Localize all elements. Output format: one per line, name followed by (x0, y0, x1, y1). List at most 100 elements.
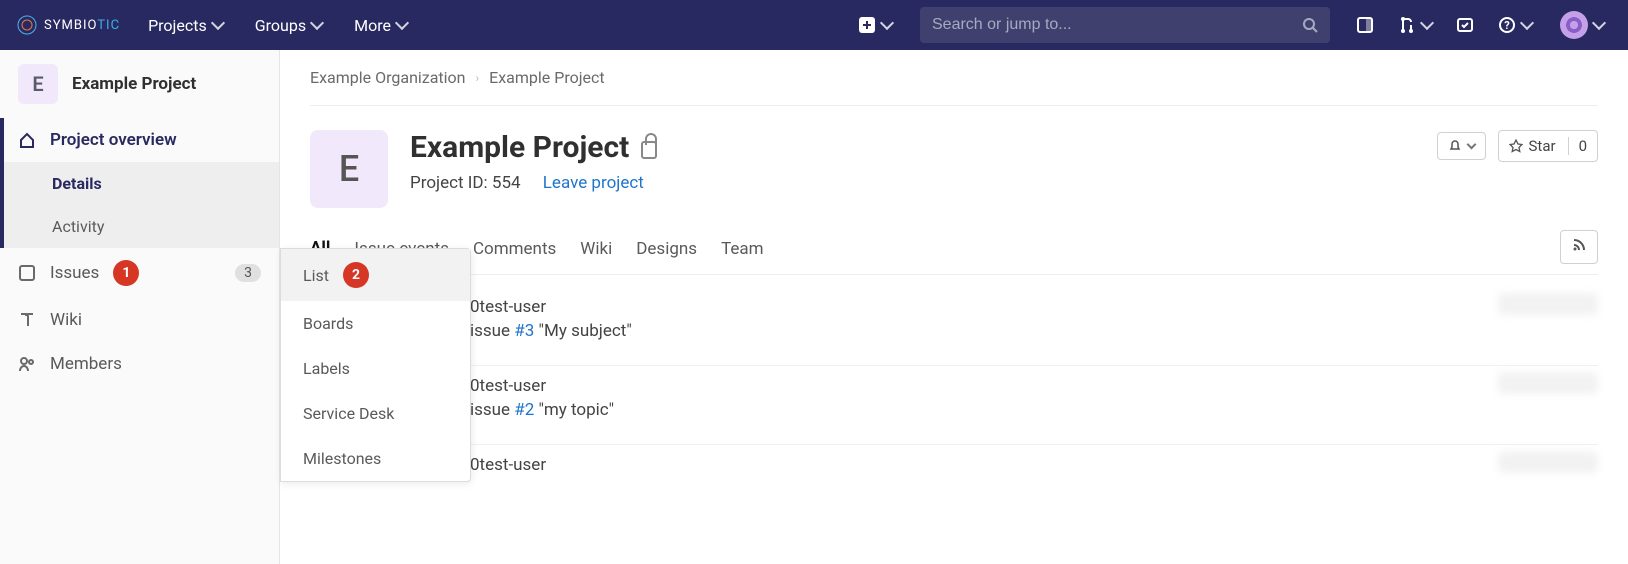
leave-project-link[interactable]: Leave project (543, 173, 644, 193)
timestamp-blur (1498, 293, 1598, 315)
search-icon (1302, 17, 1318, 33)
sidebar-item-issues[interactable]: Issues 1 3 List 2 Boards Labels Service … (0, 248, 279, 298)
flyout-item-milestones[interactable]: Milestones (281, 436, 470, 481)
search-input[interactable] (932, 16, 1302, 34)
page-title: Example Project (410, 130, 657, 165)
timestamp-blur (1498, 372, 1598, 394)
annotation-marker-1: 1 (113, 260, 139, 286)
sidebar-details-label: Details (52, 174, 102, 193)
activity-tabs: All Issue events Comments Wiki Designs T… (310, 226, 1598, 275)
activity-item: 0test-user issue #3 "My subject" (310, 287, 1598, 366)
activity-item: 0test-user issue #2 "my topic" (310, 366, 1598, 445)
sidebar-item-activity[interactable]: Activity (4, 205, 279, 248)
flyout-labels-label: Labels (303, 359, 350, 378)
project-id: Project ID: 554 (410, 173, 521, 193)
sidebar: E Example Project Project overview Detai… (0, 50, 280, 564)
sidebar-item-wiki[interactable]: Wiki (0, 298, 279, 342)
logo[interactable]: SYMBIOTIC (16, 14, 120, 36)
tab-team[interactable]: Team (721, 227, 764, 273)
book-icon (18, 311, 36, 329)
brand-text: SYMBIOTIC (44, 18, 120, 33)
home-icon (18, 131, 36, 149)
activity-ref[interactable]: #3 (514, 321, 534, 341)
tab-wiki[interactable]: Wiki (580, 227, 612, 273)
breadcrumb-project[interactable]: Example Project (489, 68, 605, 87)
nav-groups-label: Groups (255, 16, 306, 35)
flyout-item-labels[interactable]: Labels (281, 346, 470, 391)
star-icon (1509, 139, 1523, 153)
sidebar-item-details[interactable]: Details (4, 162, 279, 205)
sidebar-overview-submenu: Details Activity (0, 162, 279, 248)
project-letter-icon: E (18, 64, 58, 104)
nav-projects[interactable]: Projects (136, 8, 235, 43)
breadcrumb: Example Organization › Example Project (310, 68, 1598, 106)
flyout-milestones-label: Milestones (303, 449, 381, 468)
chevron-down-icon (1592, 16, 1606, 30)
topbar: SYMBIOTIC Projects Groups More ? (0, 0, 1628, 50)
tab-comments[interactable]: Comments (473, 227, 556, 273)
flyout-list-label: List (303, 266, 329, 285)
sidebar-item-members[interactable]: Members (0, 342, 279, 386)
tab-designs[interactable]: Designs (636, 227, 697, 273)
activity-item: 0test-user (310, 445, 1598, 475)
nav-projects-label: Projects (148, 16, 207, 35)
issues-icon (18, 264, 36, 282)
chevron-down-icon (1520, 16, 1534, 30)
lock-icon (641, 141, 657, 159)
nav-more[interactable]: More (342, 8, 419, 43)
sidebar-members-label: Members (50, 354, 122, 374)
activity-ref[interactable]: #2 (514, 400, 534, 420)
search-box[interactable] (920, 7, 1330, 43)
sidebar-wiki-label: Wiki (50, 310, 82, 330)
activity-list: 0test-user issue #3 "My subject" 0test-u… (310, 275, 1598, 475)
star-count: 0 (1568, 137, 1587, 155)
chevron-right-icon: › (476, 71, 480, 85)
svg-text:?: ? (1504, 19, 1510, 32)
flyout-boards-label: Boards (303, 314, 353, 333)
issues-flyout: List 2 Boards Labels Service Desk Milest… (280, 248, 471, 482)
activity-user[interactable]: 0test-user (470, 376, 546, 396)
project-title-text: Example Project (410, 130, 629, 165)
sidebar-item-overview[interactable]: Project overview (0, 118, 279, 162)
star-label: Star (1529, 137, 1556, 155)
nav-groups[interactable]: Groups (243, 8, 334, 43)
merge-requests-icon[interactable] (1390, 10, 1440, 40)
flyout-item-service-desk[interactable]: Service Desk (281, 391, 470, 436)
rss-button[interactable] (1560, 230, 1598, 264)
issues-icon[interactable] (1348, 10, 1382, 40)
sidebar-issues-label: Issues (50, 263, 99, 283)
main-content: Example Organization › Example Project E… (280, 50, 1628, 564)
rss-icon (1571, 237, 1587, 253)
help-icon[interactable]: ? (1490, 10, 1540, 40)
chevron-down-icon (310, 16, 324, 30)
create-new-dropdown[interactable] (848, 10, 902, 40)
chevron-down-icon (1420, 16, 1434, 30)
flyout-service-desk-label: Service Desk (303, 404, 394, 423)
project-avatar: E (310, 130, 388, 208)
bell-icon (1448, 139, 1462, 153)
sidebar-project[interactable]: E Example Project (0, 50, 279, 118)
todos-icon[interactable] (1448, 10, 1482, 40)
activity-user[interactable]: 0test-user (470, 297, 546, 317)
sidebar-overview-label: Project overview (50, 130, 177, 150)
sidebar-activity-label: Activity (52, 217, 104, 236)
chevron-down-icon (395, 16, 409, 30)
notification-button[interactable] (1437, 132, 1486, 160)
nav-more-label: More (354, 16, 391, 35)
activity-user[interactable]: 0test-user (470, 455, 546, 475)
star-button[interactable]: Star 0 (1498, 130, 1599, 162)
avatar (1560, 11, 1588, 39)
flyout-item-list[interactable]: List 2 (281, 249, 470, 301)
project-header: E Example Project Project ID: 554 Leave … (310, 106, 1598, 226)
members-icon (18, 355, 36, 373)
project-name-label: Example Project (72, 74, 196, 94)
activity-title: "my topic" (539, 400, 614, 420)
activity-action: issue (470, 400, 510, 420)
chevron-down-icon (211, 16, 225, 30)
breadcrumb-org[interactable]: Example Organization (310, 68, 466, 87)
activity-action: issue (470, 321, 510, 341)
timestamp-blur (1498, 451, 1598, 473)
chevron-down-icon (1466, 139, 1476, 149)
user-menu[interactable] (1548, 5, 1612, 45)
flyout-item-boards[interactable]: Boards (281, 301, 470, 346)
